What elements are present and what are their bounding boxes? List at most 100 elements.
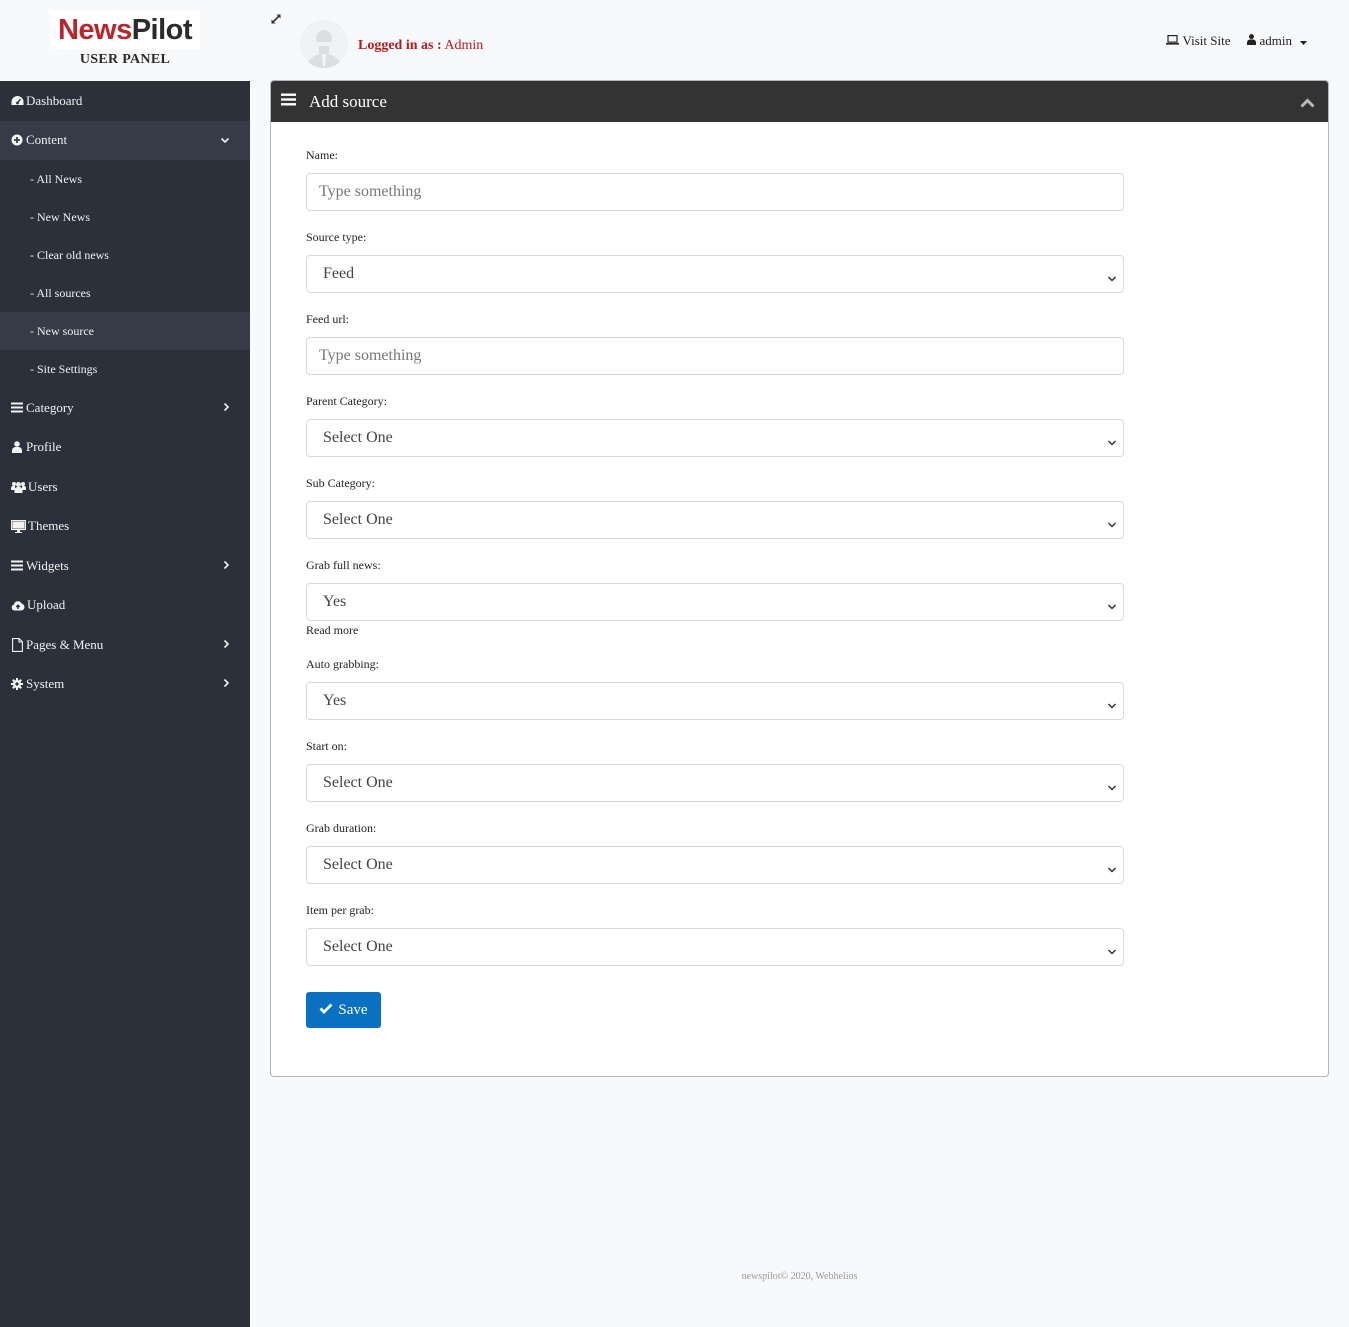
save-button[interactable]: Save xyxy=(306,992,381,1028)
name-input[interactable]: Type something xyxy=(306,173,1124,211)
chevron-down-icon xyxy=(220,132,230,148)
sidebar-item-widgets[interactable]: Widgets xyxy=(0,546,250,586)
sidebar-item-label: Dashboard xyxy=(26,92,83,108)
top-nav: Visit Site admin xyxy=(1165,33,1307,49)
source-type-select[interactable]: Feed xyxy=(306,255,1124,293)
user-menu-label: admin xyxy=(1259,33,1293,48)
collapse-button[interactable] xyxy=(1300,95,1315,113)
item-per-grab-label: Item per grab: xyxy=(306,903,374,917)
form-group-start-on: Start on: Select One xyxy=(306,738,1293,802)
source-type-label: Source type: xyxy=(306,230,367,244)
sub-category-value: Select One xyxy=(323,511,393,528)
auto-grabbing-select[interactable]: Yes xyxy=(306,682,1124,720)
brand-subtitle: USER PANEL xyxy=(79,52,171,67)
name-placeholder: Type something xyxy=(319,183,422,200)
brand-logo[interactable]: NewsPilot xyxy=(49,10,201,49)
sidebar-item-profile[interactable]: Profile xyxy=(0,428,250,468)
sidebar-subitem-clear-old-news[interactable]: - Clear old news xyxy=(0,236,250,274)
grab-duration-label: Grab duration: xyxy=(306,821,377,835)
chevron-down-icon xyxy=(1107,697,1117,715)
start-on-select[interactable]: Select One xyxy=(306,764,1124,802)
visit-site-link[interactable]: Visit Site xyxy=(1165,33,1231,49)
footer-copyright: newspilot© 2020, Webhelios xyxy=(741,1271,858,1282)
sidebar-item-upload[interactable]: Upload xyxy=(0,586,250,626)
chevron-down-icon xyxy=(1107,270,1117,288)
sidebar-item-themes[interactable]: Themes xyxy=(0,507,250,547)
sidebar: NewsPilot USER PANEL Dashboard Content -… xyxy=(0,0,250,1327)
chevron-right-icon xyxy=(222,400,230,416)
avatar xyxy=(300,20,348,68)
logged-in-status: Logged in as : Admin xyxy=(358,38,483,54)
cloud-upload-icon xyxy=(10,600,25,611)
add-source-card: Add source Name: Type something Source t… xyxy=(270,80,1329,1077)
brand-logo-part2: Pilot xyxy=(131,14,193,46)
gear-icon xyxy=(10,678,24,691)
user-icon xyxy=(10,441,24,454)
user-icon xyxy=(1246,33,1256,49)
sidebar-subitem-all-sources[interactable]: - All sources xyxy=(0,274,250,312)
feed-url-label: Feed url: xyxy=(306,312,349,326)
grab-duration-select[interactable]: Select One xyxy=(306,846,1124,884)
parent-category-select[interactable]: Select One xyxy=(306,419,1124,457)
user-menu-dropdown[interactable]: admin xyxy=(1246,33,1307,49)
auto-grabbing-label: Auto grabbing: xyxy=(306,657,379,671)
sub-category-label: Sub Category: xyxy=(306,476,375,490)
sidebar-item-users[interactable]: Users xyxy=(0,467,250,507)
form-group-grab-full-news: Grab full news: Yes Read more xyxy=(306,557,1293,638)
sidebar-subitem-label: - Clear old news xyxy=(30,247,109,262)
form-group-item-per-grab: Item per grab: Select One xyxy=(306,902,1293,966)
sidebar-nav: Dashboard Content - All News - New News … xyxy=(0,81,250,704)
caret-down-icon xyxy=(1300,33,1307,49)
sidebar-item-label: Upload xyxy=(27,597,66,613)
parent-category-label: Parent Category: xyxy=(306,394,387,408)
sidebar-item-system[interactable]: System xyxy=(0,665,250,705)
read-more-help: Read more xyxy=(306,623,359,637)
laptop-icon xyxy=(1165,33,1179,49)
expand-icon[interactable] xyxy=(270,12,282,30)
bars-icon xyxy=(10,560,24,571)
start-on-value: Select One xyxy=(323,774,393,791)
chevron-down-icon xyxy=(1107,516,1117,534)
form-group-sub-category: Sub Category: Select One xyxy=(306,475,1293,539)
source-form: Name: Type something Source type: Feed F… xyxy=(271,122,1328,1050)
sidebar-subitem-new-news[interactable]: - New News xyxy=(0,198,250,236)
grab-full-news-value: Yes xyxy=(323,593,347,610)
sidebar-subitem-label: - All News xyxy=(30,171,82,186)
chevron-down-icon xyxy=(1107,598,1117,616)
item-per-grab-select[interactable]: Select One xyxy=(306,928,1124,966)
grab-full-news-select[interactable]: Yes xyxy=(306,583,1124,621)
check-icon xyxy=(319,1002,333,1019)
chevron-right-icon xyxy=(222,637,230,653)
form-group-grab-duration: Grab duration: Select One xyxy=(306,820,1293,884)
chevron-down-icon xyxy=(1107,434,1117,452)
sub-category-select[interactable]: Select One xyxy=(306,501,1124,539)
sidebar-subitem-label: - All sources xyxy=(30,285,91,300)
chevron-down-icon xyxy=(1107,943,1117,961)
sidebar-item-dashboard[interactable]: Dashboard xyxy=(0,81,250,121)
chevron-right-icon xyxy=(222,676,230,692)
sidebar-item-pages-menu[interactable]: Pages & Menu xyxy=(0,625,250,665)
chevron-right-icon xyxy=(222,558,230,574)
brand: NewsPilot USER PANEL xyxy=(0,0,250,81)
sidebar-item-label: System xyxy=(26,676,65,692)
form-group-source-type: Source type: Feed xyxy=(306,229,1293,293)
sidebar-subitem-label: - New News xyxy=(30,209,90,224)
sidebar-subitem-all-news[interactable]: - All News xyxy=(0,160,250,198)
card-header: Add source xyxy=(271,81,1328,122)
logged-in-user: Admin xyxy=(444,38,484,53)
sidebar-item-label: Content xyxy=(26,132,68,148)
grab-duration-value: Select One xyxy=(323,856,393,873)
users-icon xyxy=(10,481,26,493)
feed-url-input[interactable]: Type something xyxy=(306,337,1124,375)
form-group-auto-grabbing: Auto grabbing: Yes xyxy=(306,656,1293,720)
sidebar-item-category[interactable]: Category xyxy=(0,388,250,428)
sidebar-subitem-new-source[interactable]: - New source xyxy=(0,312,250,350)
card-title: Add source xyxy=(309,91,387,111)
item-per-grab-value: Select One xyxy=(323,938,393,955)
sidebar-subitem-site-settings[interactable]: - Site Settings xyxy=(0,350,250,388)
bars-icon xyxy=(281,93,296,111)
sidebar-item-content[interactable]: Content xyxy=(0,120,250,160)
feed-url-placeholder: Type something xyxy=(319,347,422,364)
auto-grabbing-value: Yes xyxy=(323,692,347,709)
sidebar-item-label: Users xyxy=(28,478,58,494)
